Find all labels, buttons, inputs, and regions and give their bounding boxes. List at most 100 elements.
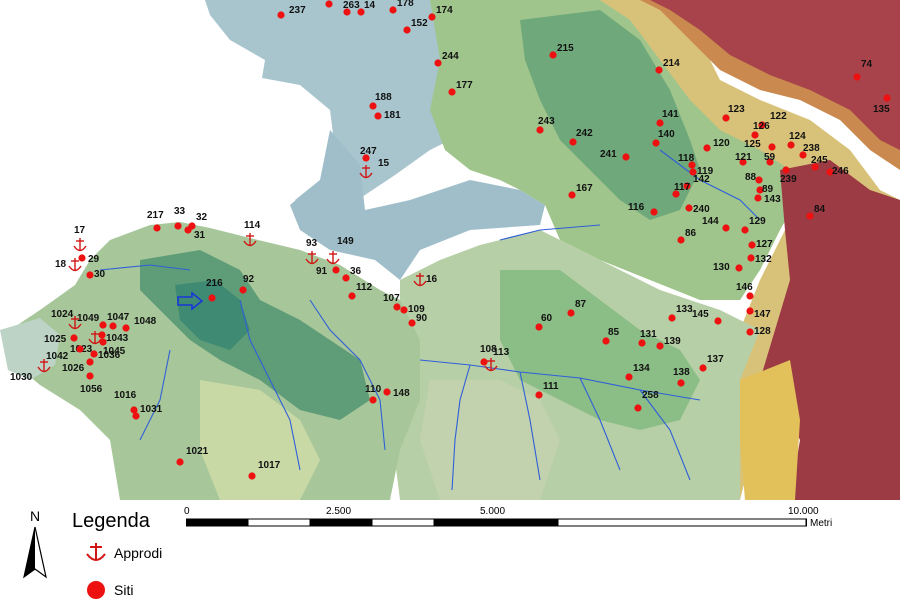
site-label: 1056	[80, 384, 103, 395]
site-dot	[98, 331, 106, 339]
site-label: 33	[174, 206, 186, 217]
site-label: 1021	[186, 446, 209, 457]
site-label: 128	[754, 326, 771, 337]
site-label: 178	[397, 0, 414, 9]
site-label: 92	[243, 274, 255, 285]
north-arrow-icon	[23, 526, 47, 579]
site-label: 84	[814, 204, 826, 215]
site-dot	[722, 224, 730, 232]
site-label: 117	[674, 182, 691, 193]
site-label: 90	[416, 313, 428, 324]
site-dot	[369, 102, 377, 110]
site-dot	[176, 458, 184, 466]
plateau-yellow-south	[740, 360, 800, 500]
site-label: 217	[147, 210, 164, 221]
site-label: 174	[436, 5, 453, 16]
site-dot	[634, 404, 642, 412]
site-dot	[677, 236, 685, 244]
site-dot	[348, 292, 356, 300]
site-label: 214	[663, 58, 680, 69]
site-label: 241	[600, 149, 617, 160]
site-dot	[208, 294, 216, 302]
site-dot	[86, 358, 94, 366]
site-dot	[90, 350, 98, 358]
scale-tick-10000: 10.000	[788, 506, 819, 517]
site-dot	[746, 292, 754, 300]
site-label: 129	[749, 216, 766, 227]
site-dot	[768, 143, 776, 151]
site-dot	[787, 141, 795, 149]
site-dot	[668, 314, 676, 322]
site-label: 85	[608, 327, 620, 338]
site-label: 238	[803, 143, 820, 154]
site-dot	[655, 66, 663, 74]
site-label: 1043	[106, 333, 129, 344]
site-label: 126	[753, 121, 770, 132]
site-label: 114	[244, 220, 261, 231]
site-dot	[650, 208, 658, 216]
scale-tick-0: 0	[184, 506, 190, 517]
site-label: 215	[557, 43, 574, 54]
site-label: 125	[744, 139, 761, 150]
site-label: 1025	[44, 334, 67, 345]
site-label: 247	[360, 146, 377, 157]
legend-title: Legenda	[72, 510, 150, 532]
site-label: 142	[693, 174, 710, 185]
site-label: 127	[756, 239, 773, 250]
site-dot	[652, 139, 660, 147]
terrain-map: 2372252631417815217421521424417718818124…	[0, 0, 900, 500]
site-dot	[428, 13, 436, 21]
site-dot	[374, 112, 382, 120]
site-label: 1024	[51, 309, 74, 320]
site-dot	[754, 194, 762, 202]
site-label: 1026	[62, 363, 85, 374]
site-label: 145	[692, 309, 709, 320]
site-dot	[403, 26, 411, 34]
site-dot	[748, 241, 756, 249]
site-dot	[174, 222, 182, 230]
site-dot	[806, 212, 814, 220]
site-dot	[369, 396, 377, 404]
site-label: 60	[541, 313, 553, 324]
site-label: 135	[873, 104, 890, 115]
site-label: 32	[196, 212, 208, 223]
site-dot	[342, 274, 350, 282]
site-label: 36	[350, 266, 362, 277]
site-dot	[277, 11, 285, 19]
site-label: 1042	[46, 351, 69, 362]
site-dot	[569, 138, 577, 146]
site-label: 123	[728, 104, 745, 115]
landing-anchor-icon	[86, 543, 106, 561]
site-dot	[480, 358, 488, 366]
site-label: 29	[88, 254, 100, 265]
site-label: 167	[576, 183, 593, 194]
site-dot	[746, 307, 754, 315]
site-dot	[434, 59, 442, 67]
site-label: 31	[194, 230, 206, 241]
site-dot	[625, 373, 633, 381]
site-dot	[153, 224, 161, 232]
site-label: 118	[678, 153, 695, 164]
site-label: 246	[832, 166, 849, 177]
site-dot	[132, 412, 140, 420]
site-label: 140	[658, 129, 675, 140]
site-label: 141	[662, 109, 679, 120]
landing-legend-label: Approdi	[114, 545, 163, 561]
site-legend-label: Siti	[114, 582, 134, 598]
site-label: 139	[664, 336, 681, 347]
site-label: 30	[94, 269, 106, 280]
site-dot	[782, 166, 790, 174]
site-label: 112	[356, 282, 373, 293]
site-dot	[656, 342, 664, 350]
site-label: 1049	[77, 313, 100, 324]
site-dot	[383, 388, 391, 396]
site-dot	[735, 264, 743, 272]
site-label: 243	[538, 116, 555, 127]
site-dot	[755, 176, 763, 184]
site-dot	[70, 334, 78, 342]
site-label: 93	[306, 238, 318, 249]
site-dot	[751, 131, 759, 139]
site-dot	[109, 322, 117, 330]
site-label: 242	[576, 128, 593, 139]
site-label: 144	[702, 216, 719, 227]
